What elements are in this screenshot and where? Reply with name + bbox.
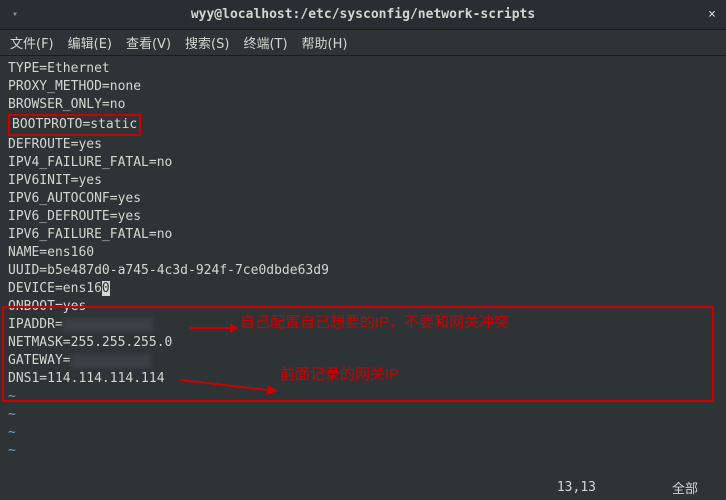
window-titlebar: ▾ wyy@localhost:/etc/sysconfig/network-s… bbox=[0, 0, 726, 30]
menu-edit[interactable]: 编辑(E) bbox=[68, 33, 112, 52]
config-line: DEFROUTE=yes bbox=[8, 136, 718, 154]
config-line: NAME=ens160 bbox=[8, 244, 718, 262]
config-line-highlighted: BOOTPROTO=static bbox=[8, 114, 718, 136]
config-line: IPV6_DEFROUTE=yes bbox=[8, 208, 718, 226]
vim-tilde: ~ bbox=[8, 406, 718, 424]
arrow-icon bbox=[190, 322, 238, 334]
config-line: UUID=b5e487d0-a745-4c3d-924f-7ce0dbde63d… bbox=[8, 262, 718, 280]
vim-tilde: ~ bbox=[8, 424, 718, 442]
menu-view[interactable]: 查看(V) bbox=[126, 33, 171, 52]
scroll-mode: 全部 bbox=[672, 478, 698, 497]
config-line: IPV6_FAILURE_FATAL=no bbox=[8, 226, 718, 244]
config-line-cursor: DEVICE=ens160 bbox=[8, 280, 718, 298]
bootproto-highlight: BOOTPROTO=static bbox=[8, 114, 141, 136]
arrow-icon bbox=[180, 378, 278, 396]
vim-tilde: ~ bbox=[8, 442, 718, 460]
config-line: BROWSER_ONLY=no bbox=[8, 96, 718, 114]
menu-help[interactable]: 帮助(H) bbox=[302, 33, 348, 52]
redacted-ip bbox=[63, 318, 153, 332]
config-line: NETMASK=255.255.255.0 bbox=[8, 334, 718, 352]
menu-search[interactable]: 搜索(S) bbox=[185, 33, 229, 52]
text-cursor: 0 bbox=[102, 281, 110, 296]
window-controls-left: ▾ bbox=[8, 8, 22, 22]
menu-file[interactable]: 文件(F) bbox=[10, 33, 54, 52]
menubar: 文件(F) 编辑(E) 查看(V) 搜索(S) 终端(T) 帮助(H) bbox=[0, 30, 726, 56]
config-line: TYPE=Ethernet bbox=[8, 60, 718, 78]
config-line: IPV4_FAILURE_FATAL=no bbox=[8, 154, 718, 172]
config-line: PROXY_METHOD=none bbox=[8, 78, 718, 96]
app-menu-icon[interactable]: ▾ bbox=[8, 8, 22, 22]
window-title: wyy@localhost:/etc/sysconfig/network-scr… bbox=[191, 7, 535, 22]
menu-terminal[interactable]: 终端(T) bbox=[243, 33, 287, 52]
config-line: IPV6INIT=yes bbox=[8, 172, 718, 190]
config-line: IPV6_AUTOCONF=yes bbox=[8, 190, 718, 208]
redacted-gateway bbox=[71, 354, 151, 368]
close-icon[interactable]: × bbox=[708, 7, 716, 22]
cursor-position: 13,13 bbox=[557, 480, 596, 495]
terminal-content[interactable]: TYPE=Ethernet PROXY_METHOD=none BROWSER_… bbox=[0, 56, 726, 474]
vim-tilde: ~ bbox=[8, 388, 718, 406]
annotation-ip-config: 自己配置自己想要的IP，不要和网关冲突 bbox=[240, 314, 509, 332]
vim-statusbar: 13,13 全部 bbox=[0, 474, 726, 500]
annotation-gateway: 前面记录的网关IP bbox=[280, 366, 399, 384]
